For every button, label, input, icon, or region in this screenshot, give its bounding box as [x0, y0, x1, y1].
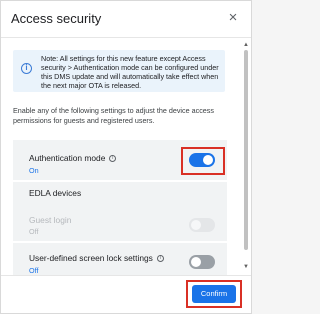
settings-description: Enable any of the following settings to … — [13, 106, 214, 125]
note-banner: i Note: All settings for this new featur… — [13, 50, 225, 92]
guest-login-label: Guest login — [29, 215, 72, 225]
info-icon[interactable]: i — [156, 255, 164, 263]
highlight-confirm-button — [186, 280, 242, 308]
screen-lock-value: Off — [29, 266, 39, 275]
scroll-up-icon[interactable]: ▲ — [243, 42, 249, 48]
screen-lock-label: User-defined screen lock settings i — [29, 253, 164, 263]
scroll-down-icon[interactable]: ▼ — [243, 264, 249, 270]
dialog-title: Access security — [11, 11, 102, 26]
info-icon[interactable]: i — [109, 155, 117, 163]
toggle-knob — [191, 220, 201, 230]
edla-devices-section: EDLA devices — [13, 182, 227, 203]
guest-login-value: Off — [29, 227, 39, 236]
guest-login-row: Guest login Off — [13, 203, 227, 241]
screen-lock-toggle[interactable] — [189, 255, 215, 269]
note-text: Note: All settings for this new feature … — [41, 54, 219, 90]
authentication-mode-label: Authentication mode i — [29, 153, 117, 163]
screen-lock-row: User-defined screen lock settings i Off — [13, 243, 227, 275]
content-scrollbar[interactable]: ▲ ▼ — [241, 38, 251, 275]
scroll-thumb[interactable] — [244, 50, 248, 250]
edla-section-title: EDLA devices — [29, 188, 82, 198]
authentication-mode-value: On — [29, 166, 39, 175]
info-icon: i — [21, 63, 32, 74]
highlight-authentication-toggle — [181, 147, 225, 175]
footer-divider — [1, 275, 251, 276]
dialog-header: Access security × — [1, 1, 251, 37]
close-icon[interactable]: × — [225, 10, 241, 26]
toggle-knob — [191, 257, 201, 267]
access-security-dialog: Access security × i Note: All settings f… — [0, 0, 252, 314]
guest-login-toggle — [189, 218, 215, 232]
